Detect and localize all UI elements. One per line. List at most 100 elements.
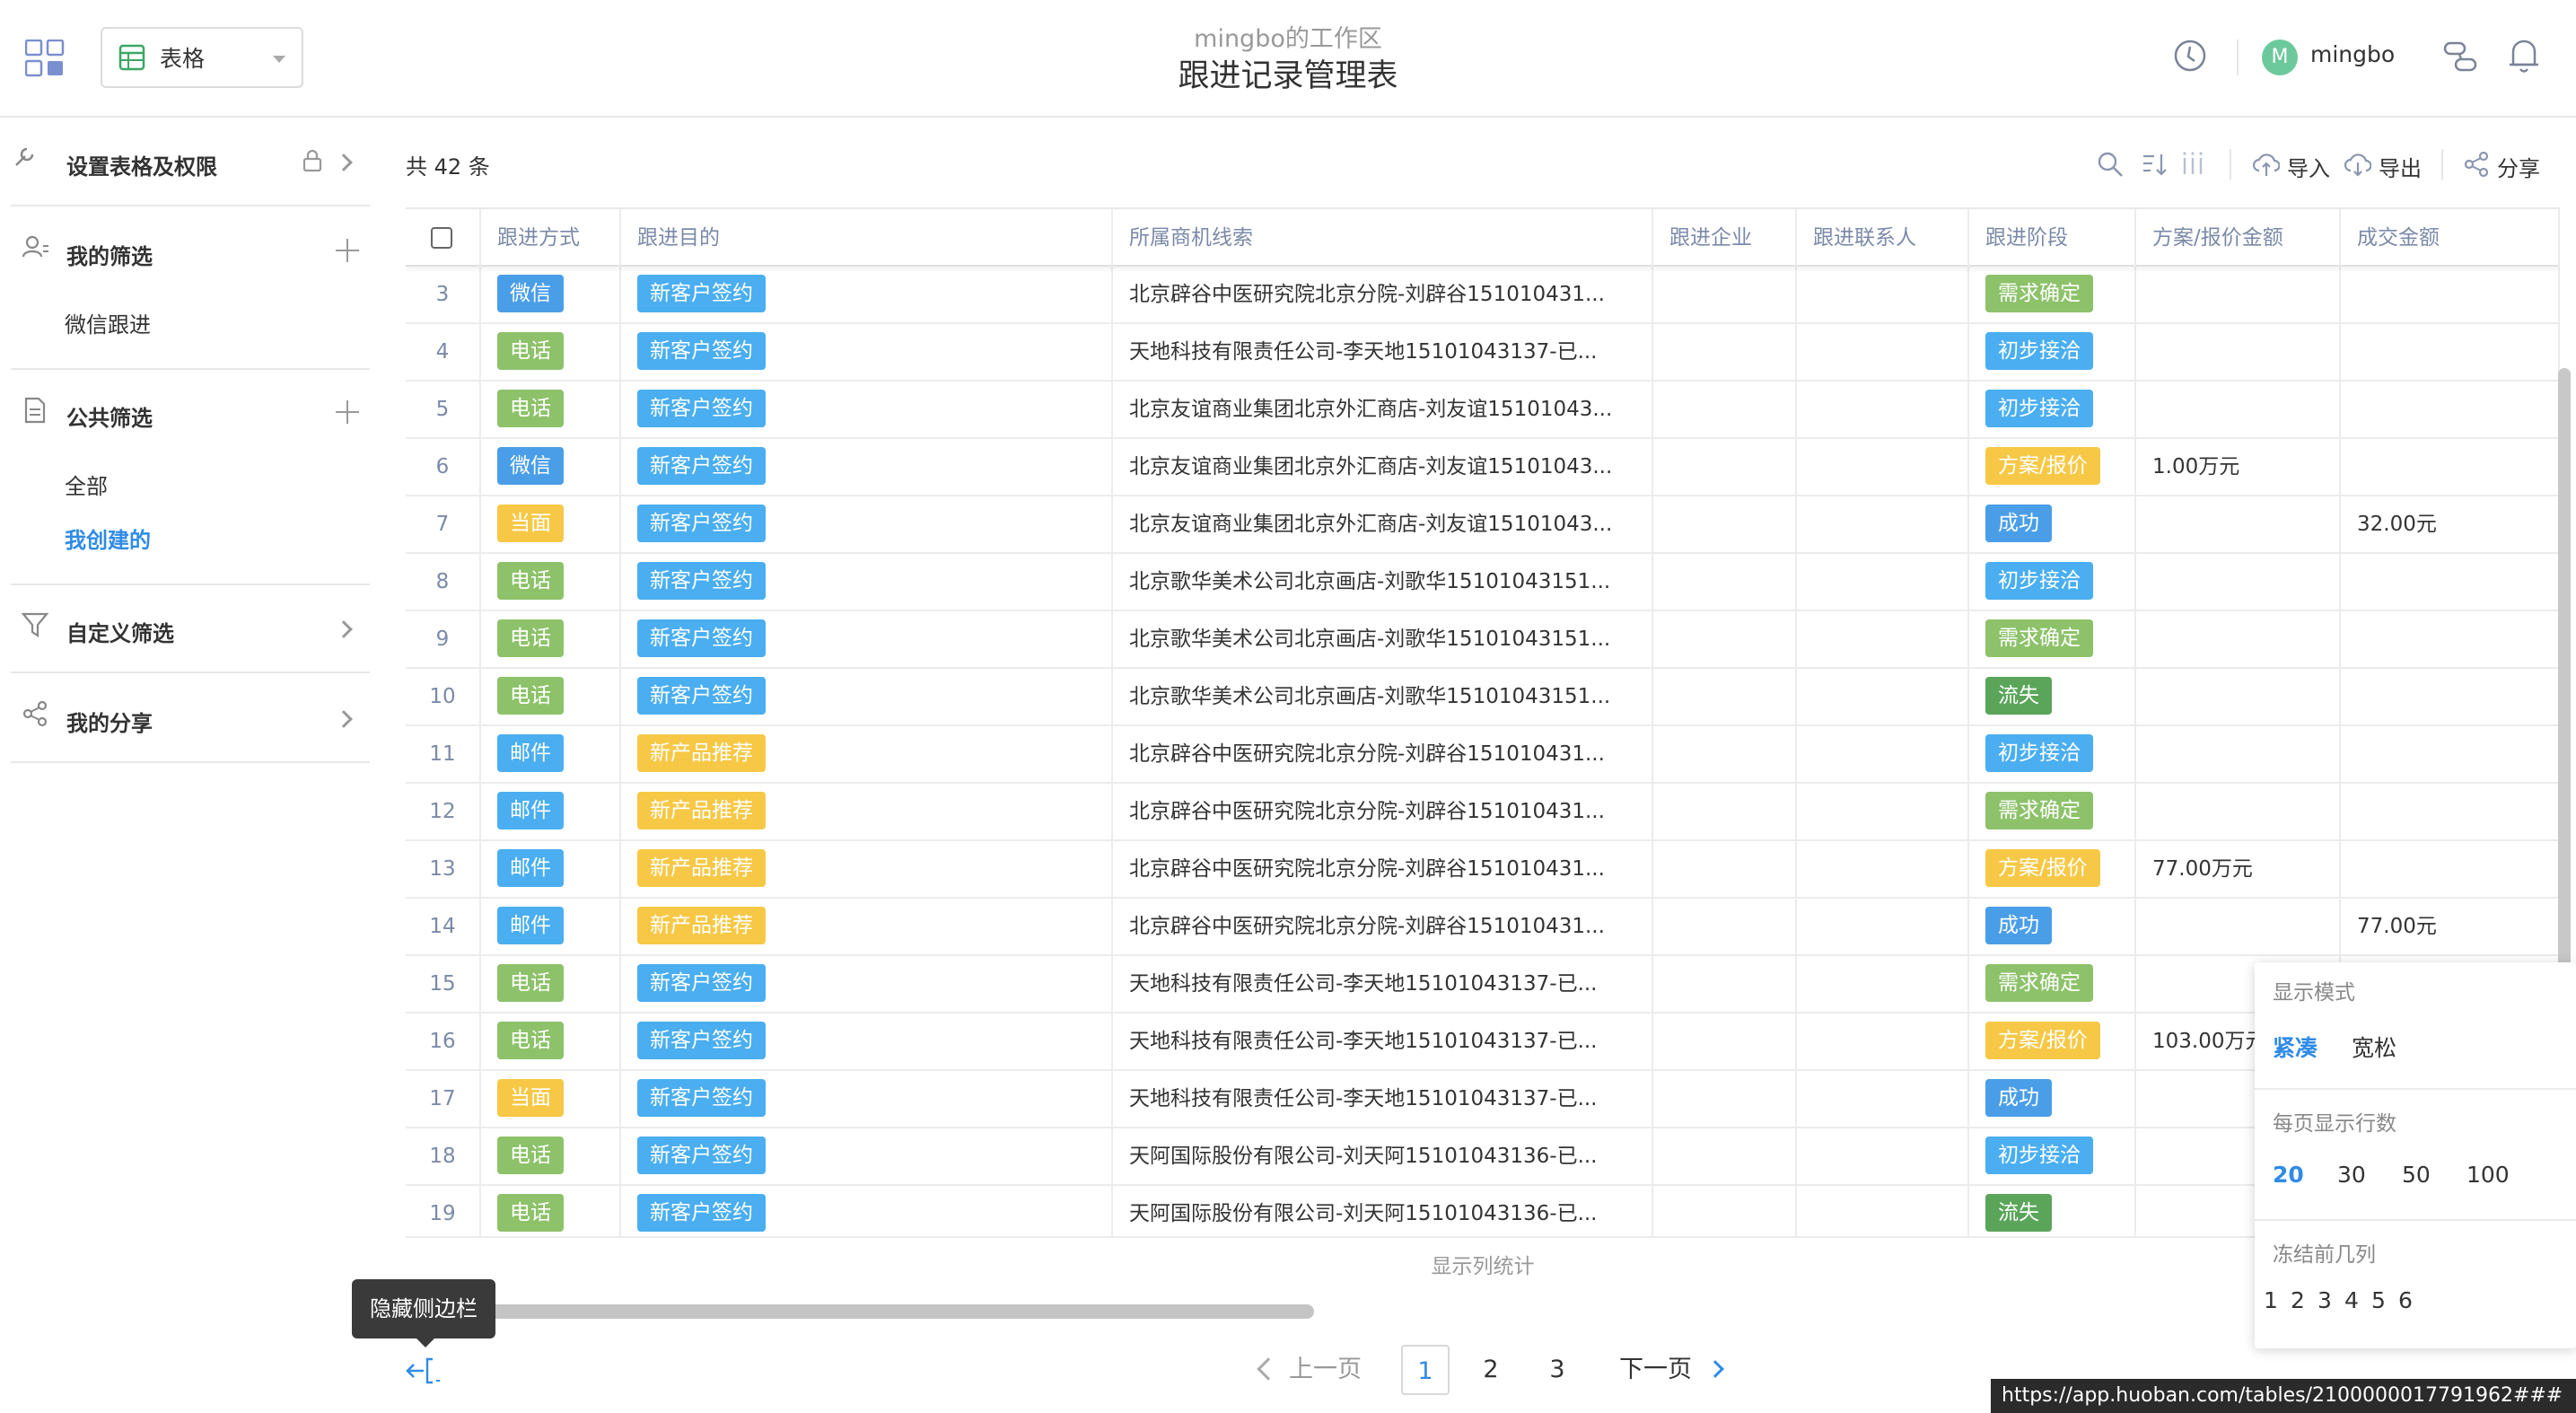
column-header-company[interactable]: 跟进企业 (1653, 209, 1797, 267)
cell-stage[interactable]: 需求确定 (1969, 267, 2136, 323)
cell-method[interactable]: 电话 (481, 324, 621, 381)
table-row[interactable]: 18 电话 新客户签约 天阿国际股份有限公司-刘天阿15101043136-已... 初… (406, 1128, 2560, 1186)
cell-company[interactable] (1653, 1014, 1797, 1070)
cell-quote[interactable] (2136, 324, 2341, 381)
cell-deal[interactable] (2341, 669, 2560, 725)
cell-stage[interactable]: 初步接洽 (1969, 382, 2136, 438)
table-row[interactable]: 19 电话 新客户签约 天阿国际股份有限公司-刘天阿15101043136-已... 流… (406, 1186, 2560, 1236)
cell-stage[interactable]: 流失 (1969, 669, 2136, 725)
cell-quote[interactable] (2136, 267, 2341, 323)
cell-purpose[interactable]: 新客户签约 (621, 1014, 1113, 1070)
cell-purpose[interactable]: 新产品推荐 (621, 784, 1113, 840)
cell-quote[interactable] (2136, 669, 2341, 725)
table-row[interactable]: 10 电话 新客户签约 北京歌华美术公司北京画店-刘歌华15101043151... 流… (406, 669, 2560, 726)
cell-stage[interactable]: 初步接洽 (1969, 726, 2136, 783)
add-public-filter-icon[interactable] (336, 400, 359, 424)
cell-company[interactable] (1653, 1071, 1797, 1128)
chevron-right-icon[interactable] (335, 710, 353, 728)
cell-contact[interactable] (1797, 784, 1969, 840)
freeze-option-4[interactable]: 4 (2344, 1287, 2359, 1313)
cell-purpose[interactable]: 新客户签约 (621, 267, 1113, 323)
cell-purpose[interactable]: 新客户签约 (621, 611, 1113, 668)
share-button[interactable]: 分享 (2497, 151, 2540, 182)
cell-contact[interactable] (1797, 324, 1969, 381)
table-row[interactable]: 12 邮件 新产品推荐 北京辟谷中医研究院北京分院-刘辟谷151010431... 需求… (406, 784, 2560, 841)
cell-purpose[interactable]: 新客户签约 (621, 496, 1113, 553)
cell-lead[interactable]: 北京歌华美术公司北京画店-刘歌华15101043151... (1113, 669, 1653, 725)
cell-purpose[interactable]: 新产品推荐 (621, 841, 1113, 898)
cell-stage[interactable]: 方案/报价 (1969, 1014, 2136, 1070)
cell-purpose[interactable]: 新客户签约 (621, 439, 1113, 496)
horizontal-scrollbar[interactable] (478, 1304, 1314, 1319)
cell-method[interactable]: 微信 (481, 267, 621, 323)
cell-contact[interactable] (1797, 439, 1969, 496)
bell-icon[interactable] (2506, 36, 2542, 75)
cell-deal[interactable] (2341, 324, 2560, 381)
cell-quote[interactable]: 77.00万元 (2136, 841, 2341, 898)
cell-contact[interactable] (1797, 382, 1969, 438)
cell-purpose[interactable]: 新产品推荐 (621, 726, 1113, 783)
cell-lead[interactable]: 天地科技有限责任公司-李天地15101043137-已... (1113, 1071, 1653, 1128)
select-all-checkbox[interactable] (431, 227, 452, 249)
cell-contact[interactable] (1797, 1128, 1969, 1185)
cell-purpose[interactable]: 新产品推荐 (621, 899, 1113, 955)
cell-deal[interactable]: 32.00元 (2341, 496, 2560, 553)
cell-company[interactable] (1653, 439, 1797, 496)
freeze-option-1[interactable]: 1 (2264, 1287, 2278, 1313)
cell-lead[interactable]: 北京辟谷中医研究院北京分院-刘辟谷151010431... (1113, 267, 1653, 323)
cell-contact[interactable] (1797, 841, 1969, 898)
workspace-name[interactable]: mingbo的工作区 (1019, 23, 1557, 56)
cell-company[interactable] (1653, 784, 1797, 840)
table-row[interactable]: 7 当面 新客户签约 北京友谊商业集团北京外汇商店-刘友谊15101043... 成功 3… (406, 496, 2560, 554)
cloud-download-icon[interactable] (2344, 151, 2371, 178)
integration-link-icon[interactable] (2441, 38, 2479, 75)
sort-icon[interactable] (2142, 151, 2169, 178)
cell-deal[interactable] (2341, 439, 2560, 496)
cell-method[interactable]: 邮件 (481, 784, 621, 840)
cell-method[interactable]: 电话 (481, 554, 621, 610)
cell-quote[interactable] (2136, 726, 2341, 783)
table-row[interactable]: 8 电话 新客户签约 北京歌华美术公司北京画店-刘歌华15101043151... 初步… (406, 554, 2560, 611)
chevron-right-icon[interactable] (335, 154, 353, 171)
cell-contact[interactable] (1797, 1071, 1969, 1128)
cell-contact[interactable] (1797, 669, 1969, 725)
table-row[interactable]: 17 当面 新客户签约 天地科技有限责任公司-李天地15101043137-已... 成… (406, 1071, 2560, 1128)
cell-method[interactable]: 电话 (481, 956, 621, 1013)
cell-purpose[interactable]: 新客户签约 (621, 669, 1113, 725)
rows-option-20[interactable]: 20 (2273, 1162, 2304, 1188)
cell-lead[interactable]: 天阿国际股份有限公司-刘天阿15101043136-已... (1113, 1186, 1653, 1236)
cell-method[interactable]: 电话 (481, 1014, 621, 1070)
cell-company[interactable] (1653, 1186, 1797, 1236)
sidebar-item-public-filters[interactable]: 公共筛选 (66, 400, 153, 432)
cell-method[interactable]: 电话 (481, 669, 621, 725)
cell-deal[interactable]: 77.00元 (2341, 899, 2560, 955)
cell-lead[interactable]: 北京辟谷中医研究院北京分院-刘辟谷151010431... (1113, 841, 1653, 898)
cell-method[interactable]: 邮件 (481, 841, 621, 898)
sidebar-item-all[interactable]: 全部 (65, 469, 108, 500)
cell-stage[interactable]: 需求确定 (1969, 956, 2136, 1013)
freeze-option-3[interactable]: 3 (2318, 1287, 2332, 1313)
page-1-button[interactable]: 1 (1401, 1345, 1450, 1395)
column-header-stage[interactable]: 跟进阶段 (1969, 209, 2136, 267)
view-type-dropdown[interactable]: 表格 (101, 27, 303, 88)
table-row[interactable]: 5 电话 新客户签约 北京友谊商业集团北京外汇商店-刘友谊15101043... 初步接… (406, 382, 2560, 439)
cell-method[interactable]: 电话 (481, 611, 621, 668)
cell-deal[interactable] (2341, 611, 2560, 668)
cell-stage[interactable]: 方案/报价 (1969, 439, 2136, 496)
table-row[interactable]: 9 电话 新客户签约 北京歌华美术公司北京画店-刘歌华15101043151... 需求… (406, 611, 2560, 669)
cell-company[interactable] (1653, 899, 1797, 955)
cell-company[interactable] (1653, 841, 1797, 898)
table-row[interactable]: 16 电话 新客户签约 天地科技有限责任公司-李天地15101043137-已... 方… (406, 1014, 2560, 1071)
column-stats-toggle[interactable]: 显示列统计 (406, 1236, 2560, 1294)
cell-purpose[interactable]: 新客户签约 (621, 1071, 1113, 1128)
cell-stage[interactable]: 需求确定 (1969, 784, 2136, 840)
sidebar-item-custom-filters[interactable]: 自定义筛选 (66, 616, 174, 647)
cell-contact[interactable] (1797, 554, 1969, 610)
cell-company[interactable] (1653, 669, 1797, 725)
cloud-upload-icon[interactable] (2253, 151, 2280, 178)
cell-lead[interactable]: 天阿国际股份有限公司-刘天阿15101043136-已... (1113, 1128, 1653, 1185)
sidebar-item-my-shares[interactable]: 我的分享 (66, 706, 153, 737)
table-row[interactable]: 15 电话 新客户签约 天地科技有限责任公司-李天地15101043137-已... 需… (406, 956, 2560, 1014)
cell-stage[interactable]: 成功 (1969, 1071, 2136, 1128)
cell-contact[interactable] (1797, 611, 1969, 668)
